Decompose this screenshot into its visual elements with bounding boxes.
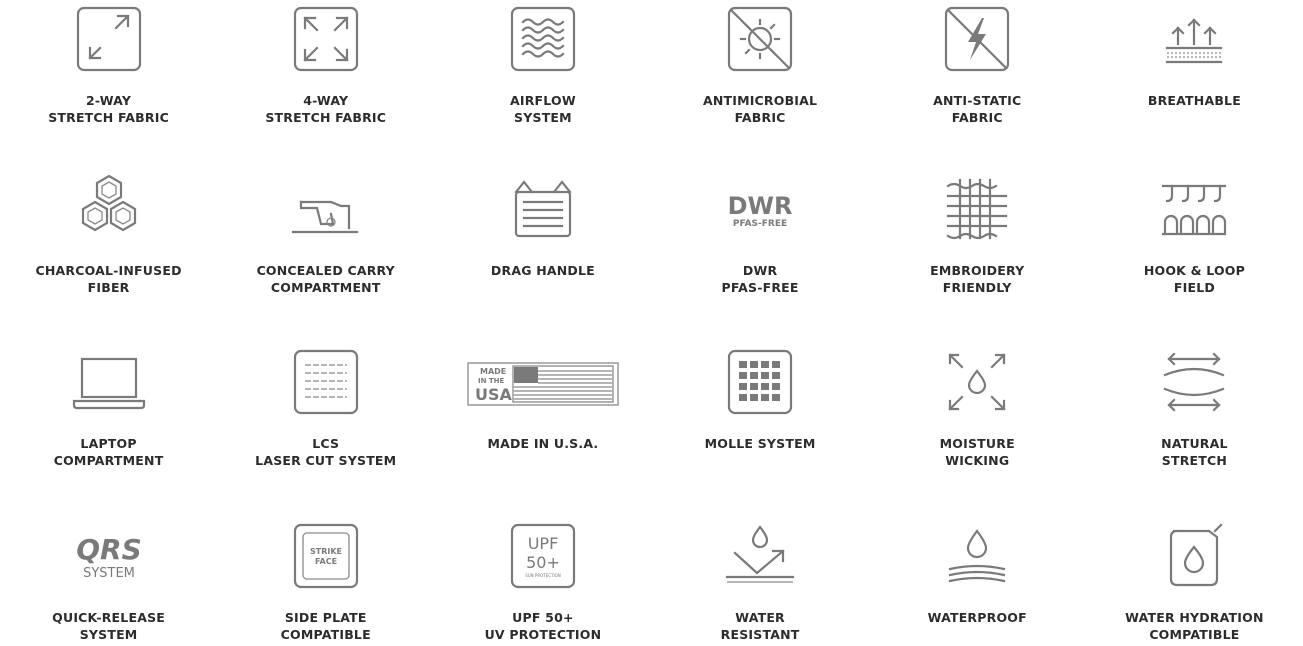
system-icon-text: SYSTEM [83,566,135,581]
water-resistant-icon [721,519,799,597]
feature-item: BREATHABLE [1086,0,1303,170]
charcoal-hexagon-icon [70,172,148,250]
feature-label: EMBROIDERY FRIENDLY [930,263,1025,295]
feature-label: WATERPROOF [927,610,1027,625]
drag-handle-icon [504,172,582,250]
four-way-stretch-icon [287,2,365,80]
feature-label: QUICK-RELEASE SYSTEM [52,610,166,642]
airflow-icon [504,2,582,80]
feature-label: MOLLE SYSTEM [704,436,816,451]
feature-label: UPF 50+ UV PROTECTION [484,610,602,642]
feature-label: CHARCOAL-INFUSED FIBER [35,263,182,295]
feature-label: SIDE PLATE COMPATIBLE [280,610,371,642]
dwr-icon-text: DWR [728,192,793,220]
feature-item: UPF 50+ SUN PROTECTION UPF 50+ UV PROTECT… [434,517,651,646]
pfas-icon-text: PFAS-FREE [733,219,787,229]
feature-item: WATERPROOF [869,517,1086,646]
feature-item: CHARCOAL-INFUSED FIBER [0,170,217,343]
feature-item: WATER HYDRATION COMPATIBLE [1086,517,1303,646]
breathable-icon [1155,2,1233,80]
feature-label: BREATHABLE [1147,93,1241,108]
feature-label: MADE IN U.S.A. [487,436,599,451]
feature-item: 4-WAY STRETCH FABRIC [217,0,434,170]
feature-label: CONCEALED CARRY COMPARTMENT [256,263,395,295]
strike-icon-text: STRIKE [310,547,342,556]
embroidery-icon [938,172,1016,250]
feature-item: MOISTURE WICKING [869,343,1086,517]
feature-item: ANTI-STATIC FABRIC [869,0,1086,170]
upf-icon-text: UPF [528,534,559,553]
side-plate-icon: STRIKE FACE [287,519,365,597]
feature-item: MOLLE SYSTEM [652,343,869,517]
qrs-system-icon: QRS SYSTEM [70,519,148,597]
qrs-icon-text: QRS [76,533,142,566]
usa-icon-text: USA [475,385,513,404]
dwr-icon: DWR PFAS-FREE [721,172,799,250]
feature-label: MOISTURE WICKING [939,436,1015,468]
feature-label: ANTIMICROBIAL FABRIC [702,93,818,125]
in-the-icon-text: IN THE [478,377,505,385]
feature-label: LAPTOP COMPARTMENT [53,436,164,468]
feature-label: ANTI-STATIC FABRIC [933,93,1022,125]
face-icon-text: FACE [315,557,337,566]
feature-item: MADE IN THE USA MADE IN U.S.A. [434,343,651,517]
feature-item: WATER RESISTANT [652,517,869,646]
feature-item: LCS LASER CUT SYSTEM [217,343,434,517]
feature-item: STRIKE FACE SIDE PLATE COMPATIBLE [217,517,434,646]
feature-label: 2-WAY STRETCH FABRIC [48,93,169,125]
molle-grid-icon [721,345,799,423]
antimicrobial-icon [721,2,799,80]
laptop-icon [70,345,148,423]
feature-item: QRS SYSTEM QUICK-RELEASE SYSTEM [0,517,217,646]
feature-item: LAPTOP COMPARTMENT [0,343,217,517]
anti-static-icon [938,2,1016,80]
usa-flag-icon: MADE IN THE USA [467,345,619,423]
feature-item: NATURAL STRETCH [1086,343,1303,517]
feature-item: EMBROIDERY FRIENDLY [869,170,1086,343]
feature-item: AIRFLOW SYSTEM [434,0,651,170]
feature-item: CONCEALED CARRY COMPARTMENT [217,170,434,343]
feature-label: DRAG HANDLE [490,263,595,278]
feature-label: DWR PFAS-FREE [721,263,799,295]
feature-label: HOOK & LOOP FIELD [1143,263,1245,295]
concealed-carry-icon [287,172,365,250]
feature-item: ANTIMICROBIAL FABRIC [652,0,869,170]
feature-label: WATER HYDRATION COMPATIBLE [1125,610,1264,642]
feature-item: 2-WAY STRETCH FABRIC [0,0,217,170]
laser-cut-icon [287,345,365,423]
upf-icon: UPF 50+ SUN PROTECTION [504,519,582,597]
feature-item: DRAG HANDLE [434,170,651,343]
sun-protection-icon-text: SUN PROTECTION [525,573,561,578]
feature-grid: 2-WAY STRETCH FABRIC 4-WAY STRETCH FABRIC [0,0,1303,646]
fifty-icon-text: 50+ [526,553,560,572]
waterproof-icon [938,519,1016,597]
feature-label: 4-WAY STRETCH FABRIC [265,93,387,125]
natural-stretch-icon [1155,345,1233,423]
hook-loop-icon [1155,172,1233,250]
feature-label: AIRFLOW SYSTEM [510,93,576,125]
moisture-wicking-icon [938,345,1016,423]
feature-label: WATER RESISTANT [720,610,800,642]
two-way-stretch-icon [70,2,148,80]
feature-label: NATURAL STRETCH [1161,436,1228,468]
feature-label: LCS LASER CUT SYSTEM [255,436,397,468]
made-icon-text: MADE [480,367,506,376]
feature-item: DWR PFAS-FREE DWR PFAS-FREE [652,170,869,343]
feature-item: HOOK & LOOP FIELD [1086,170,1303,343]
water-hydration-icon [1155,519,1233,597]
